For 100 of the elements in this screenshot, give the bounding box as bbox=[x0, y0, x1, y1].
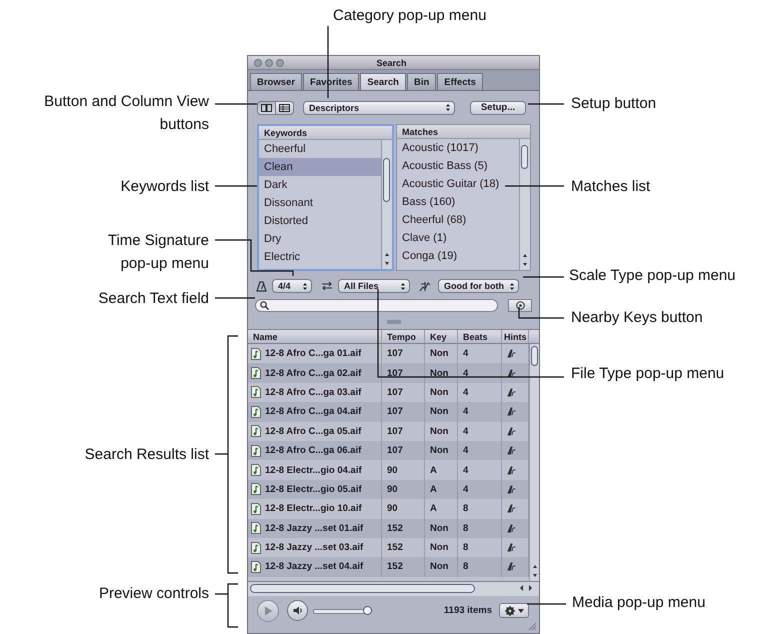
result-row[interactable]: 12-8 Afro C...ga 06.aif 107 Non 4 bbox=[248, 440, 529, 460]
column-header[interactable]: Beats bbox=[458, 330, 502, 343]
up-down-arrows-icon[interactable] bbox=[400, 282, 406, 290]
speaker-icon bbox=[292, 606, 302, 615]
leader-line bbox=[215, 103, 257, 105]
list-item[interactable]: Cheerful bbox=[259, 140, 381, 158]
list-item[interactable]: Dry bbox=[259, 230, 381, 248]
music-file-icon bbox=[251, 444, 261, 457]
up-down-arrows-icon[interactable] bbox=[509, 282, 515, 290]
scrollbar[interactable] bbox=[381, 140, 392, 269]
callout-label: Nearby Keys button bbox=[571, 308, 703, 328]
file-type-popup[interactable]: All Files bbox=[338, 279, 410, 293]
list-item[interactable]: Distorted bbox=[259, 212, 381, 230]
leader-line bbox=[215, 185, 257, 187]
result-row[interactable]: 12-8 Jazzy ...set 03.aif 152 Non 8 bbox=[248, 538, 529, 558]
hint-icon bbox=[507, 368, 516, 378]
music-file-icon bbox=[251, 464, 261, 476]
callout-label: Keywords list bbox=[120, 177, 209, 197]
leader-line bbox=[505, 185, 564, 187]
callout-label: Media pop-up menu bbox=[572, 593, 706, 613]
callout-label: Setup button bbox=[571, 94, 656, 114]
caret-icon bbox=[518, 608, 524, 612]
nearby-keys-button[interactable] bbox=[508, 299, 532, 312]
volume-slider[interactable] bbox=[313, 606, 371, 614]
callout-label: Matches list bbox=[571, 177, 650, 197]
view-button[interactable] bbox=[276, 100, 294, 114]
list-item[interactable]: Acoustic Guitar (18) bbox=[397, 175, 519, 193]
column-header: Matches bbox=[401, 126, 440, 138]
file-name: 12-8 Afro C...ga 04.aif bbox=[265, 406, 362, 418]
list-item[interactable]: Cheerful (68) bbox=[397, 211, 519, 229]
list-icon bbox=[279, 104, 290, 112]
file-name: 12-8 Electr...gio 04.aif bbox=[265, 464, 362, 476]
leader-line bbox=[523, 276, 564, 278]
music-file-icon bbox=[251, 542, 261, 554]
window-title: Search bbox=[375, 58, 408, 68]
scroll-thumb[interactable] bbox=[531, 346, 538, 366]
metronome-icon bbox=[255, 280, 267, 292]
column-header: Keywords bbox=[263, 127, 308, 139]
result-row[interactable]: 12-8 Afro C...ga 04.aif 107 Non 4 bbox=[248, 402, 529, 422]
tab[interactable]: Bin bbox=[406, 73, 436, 90]
scroll-thumb[interactable] bbox=[250, 584, 475, 593]
list-item[interactable]: Acoustic Bass (5) bbox=[397, 157, 519, 175]
category-popup[interactable]: Descriptors bbox=[303, 100, 455, 114]
tab[interactable]: Browser bbox=[250, 73, 302, 90]
result-row[interactable]: 12-8 Electr...gio 04.aif 90 A 4 bbox=[248, 460, 529, 480]
tab[interactable]: Effects bbox=[437, 73, 483, 90]
scale-type-popup[interactable]: Good for both bbox=[438, 279, 519, 293]
result-row[interactable]: 12-8 Afro C...ga 05.aif 107 Non 4 bbox=[248, 422, 529, 441]
hint-icon bbox=[507, 543, 516, 552]
list-item[interactable]: Electric bbox=[259, 248, 381, 266]
music-file-icon bbox=[251, 425, 261, 438]
scroll-thumb[interactable] bbox=[521, 145, 528, 169]
result-row[interactable]: 12-8 Afro C...ga 03.aif 107 Non 4 bbox=[248, 382, 529, 402]
result-row[interactable]: 12-8 Electr...gio 10.aif 90 A 8 bbox=[248, 499, 529, 519]
hint-icon bbox=[507, 426, 516, 436]
up-down-arrows-icon[interactable] bbox=[302, 282, 308, 290]
hint-icon bbox=[507, 466, 516, 475]
music-file-icon bbox=[251, 348, 261, 360]
two-columns-icon bbox=[261, 104, 272, 112]
file-name: 12-8 Electr...gio 10.aif bbox=[265, 503, 362, 514]
scrollbar[interactable] bbox=[529, 344, 539, 581]
file-name: 12-8 Afro C...ga 01.aif bbox=[265, 348, 362, 360]
target-icon bbox=[516, 301, 524, 310]
result-row[interactable]: 12-8 Afro C...ga 02.aif 107 Non 4 bbox=[248, 363, 529, 383]
result-row[interactable]: 12-8 Jazzy ...set 04.aif 152 Non 8 bbox=[248, 557, 529, 577]
list-item[interactable]: Conga (19) bbox=[397, 247, 519, 265]
leader-line bbox=[215, 297, 255, 299]
time-signature-popup[interactable]: 4/4 bbox=[272, 279, 312, 293]
result-row[interactable]: 12-8 Electr...gio 05.aif 90 A 4 bbox=[248, 480, 529, 500]
scrollbar[interactable] bbox=[519, 139, 530, 270]
column-header[interactable]: Hints bbox=[502, 330, 529, 343]
search-field[interactable] bbox=[255, 299, 498, 312]
list-item[interactable]: Clean bbox=[259, 158, 381, 176]
column-header[interactable]: Name bbox=[248, 330, 382, 343]
list-item[interactable]: Bass (160) bbox=[397, 193, 519, 211]
column-header[interactable]: Key bbox=[425, 330, 458, 343]
list-item[interactable]: Dark bbox=[259, 176, 381, 194]
volume-button[interactable] bbox=[287, 600, 308, 621]
up-down-arrows-icon[interactable] bbox=[445, 103, 451, 112]
gear-icon bbox=[504, 606, 514, 616]
tab[interactable]: Search bbox=[360, 73, 406, 90]
resize-handle[interactable] bbox=[386, 320, 400, 324]
file-name: 12-8 Electr...gio 05.aif bbox=[265, 484, 362, 495]
music-file-icon bbox=[251, 406, 261, 418]
scroll-thumb[interactable] bbox=[383, 158, 390, 202]
item-count: 1193 items bbox=[444, 605, 492, 616]
setup-button[interactable]: Setup... bbox=[470, 100, 526, 114]
list-item[interactable]: Dissonant bbox=[259, 194, 381, 212]
list-item[interactable]: Clave (1) bbox=[397, 229, 519, 247]
hint-icon bbox=[507, 524, 516, 533]
result-row[interactable]: 12-8 Afro C...ga 01.aif 107 Non 4 bbox=[248, 344, 529, 364]
list-item[interactable]: Acoustic (1017) bbox=[397, 139, 519, 157]
result-row[interactable]: 12-8 Jazzy ...set 01.aif 152 Non 8 bbox=[248, 518, 529, 538]
media-popup[interactable] bbox=[499, 603, 529, 618]
column-header[interactable]: Tempo bbox=[382, 330, 425, 343]
hint-icon bbox=[507, 484, 516, 494]
horizontal-scrollbar[interactable] bbox=[248, 581, 539, 596]
view-button[interactable] bbox=[257, 100, 276, 114]
search-icon bbox=[260, 301, 269, 310]
leader-line bbox=[327, 26, 329, 98]
